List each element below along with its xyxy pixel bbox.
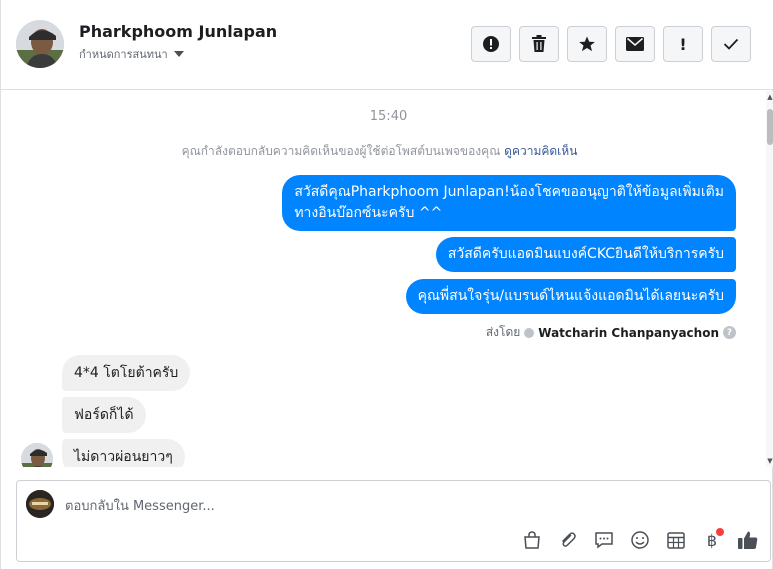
sent-by-label: ส่งโดย xyxy=(485,325,521,339)
thumbs-up-icon xyxy=(738,531,758,549)
assign-conversation-dropdown[interactable]: กำหนดการสนทนา xyxy=(79,45,184,63)
caret-down-icon xyxy=(173,51,184,57)
reply-context-notice: คุณกำลังตอบกลับความคิดเห็นของผู้ใช้ต่อโพ… xyxy=(1,142,758,161)
attach-file-button[interactable] xyxy=(556,528,580,552)
admin-badge-icon xyxy=(524,327,535,338)
view-comment-link[interactable]: ดูความคิดเห็น xyxy=(504,144,577,158)
message-line: ทางอินบ๊อกซ์นะครับ ^^ xyxy=(294,205,443,221)
help-icon[interactable]: ? xyxy=(723,326,736,339)
header-actions: ! xyxy=(471,26,751,62)
scroll-up-arrow-icon[interactable]: ▲ xyxy=(766,93,773,101)
assign-label: กำหนดการสนทนา xyxy=(79,48,168,61)
outgoing-message[interactable]: สวัสดีครับแอดมินแบงค์CKCยินดีให้บริการคร… xyxy=(435,237,736,272)
incoming-message[interactable]: ฟอร์ดก็ได้ xyxy=(62,397,146,433)
mark-spam-button[interactable] xyxy=(471,26,511,62)
envelope-icon xyxy=(626,37,644,51)
mark-done-button[interactable] xyxy=(711,26,751,62)
star-button[interactable] xyxy=(567,26,607,62)
reply-context-text: คุณกำลังตอบกลับความคิดเห็นของผู้ใช้ต่อโพ… xyxy=(181,144,501,158)
sent-by-attribution: ส่งโดย Watcharin Chanpanyachon ? xyxy=(486,323,736,342)
page-avatar xyxy=(26,490,54,518)
payment-button[interactable]: ฿ xyxy=(700,528,724,552)
mark-unread-button[interactable] xyxy=(615,26,655,62)
send-like-button[interactable] xyxy=(736,528,760,552)
delete-button[interactable] xyxy=(519,26,559,62)
bag-icon xyxy=(524,531,540,549)
smiley-icon xyxy=(631,531,649,549)
conversation-header: Pharkphoom Junlapan กำหนดการสนทนา ! xyxy=(1,0,773,90)
trash-icon xyxy=(532,35,546,52)
notification-dot xyxy=(716,528,724,536)
calendar-icon xyxy=(667,532,685,549)
scroll-thumb[interactable] xyxy=(767,109,773,145)
contact-avatar[interactable] xyxy=(16,20,64,68)
message-line: สวัสดีคุณPharkphoom Junlapan!น้องโชคขออน… xyxy=(294,184,724,200)
scroll-down-arrow-icon[interactable]: ▼ xyxy=(766,457,773,465)
follow-up-button[interactable]: ! xyxy=(663,26,703,62)
messenger-panel: Pharkphoom Junlapan กำหนดการสนทนา ! 15:4… xyxy=(0,0,773,569)
contact-name[interactable]: Pharkphoom Junlapan xyxy=(79,22,277,41)
shop-button[interactable] xyxy=(520,528,544,552)
chat-bubble-icon xyxy=(595,532,613,549)
composer-toolbar: ฿ xyxy=(520,528,760,552)
contact-avatar-small[interactable] xyxy=(21,443,53,467)
conversation-scrollbar[interactable]: ▲ ▼ xyxy=(766,91,773,467)
reply-input[interactable]: ตอบกลับใน Messenger... xyxy=(65,495,215,516)
incoming-message[interactable]: ไม่ดาวผ่อนยาวๆ xyxy=(62,439,185,467)
outgoing-message[interactable]: สวัสดีคุณPharkphoom Junlapan!น้องโชคขออน… xyxy=(282,175,736,231)
saved-replies-button[interactable] xyxy=(592,528,616,552)
reply-composer: ตอบกลับใน Messenger... ฿ xyxy=(16,480,771,562)
exclamation-icon: ! xyxy=(679,34,687,54)
check-icon xyxy=(723,38,739,50)
emoji-button[interactable] xyxy=(628,528,652,552)
message-timestamp: 15:40 xyxy=(369,109,408,124)
appointment-button[interactable] xyxy=(664,528,688,552)
paperclip-icon xyxy=(561,532,576,547)
star-icon xyxy=(579,36,595,52)
conversation-thread[interactable]: 15:40 คุณกำลังตอบกลับความคิดเห็นของผู้ใช… xyxy=(1,91,766,467)
outgoing-message[interactable]: คุณพี่สนใจรุ่น/แบรนด์ไหนแจ้งแอดมินได้เลย… xyxy=(405,279,736,314)
sent-by-name[interactable]: Watcharin Chanpanyachon xyxy=(538,326,719,340)
incoming-message[interactable]: 4*4 โตโยต้าครับ xyxy=(62,355,191,391)
alert-circle-icon xyxy=(483,36,499,52)
